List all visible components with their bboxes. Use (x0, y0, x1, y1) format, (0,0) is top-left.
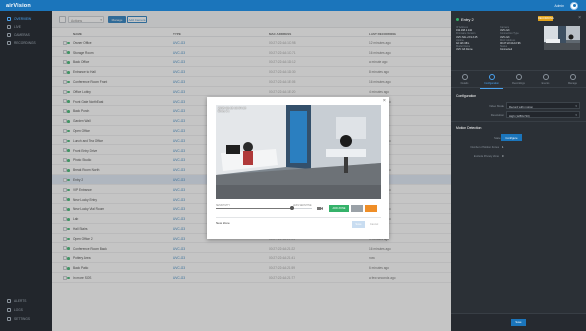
tab-configuration[interactable]: Configuration (478, 74, 505, 89)
sensitivity-slider[interactable] (216, 208, 312, 209)
film-icon (7, 41, 11, 45)
close-icon[interactable]: × (578, 15, 581, 21)
zone-name[interactable]: New Zone (216, 221, 230, 225)
field-label: Video Mode (489, 104, 504, 108)
tab-recordings[interactable]: Recordings (505, 74, 532, 85)
motion-zone-dialog: × 2015-06-15 10:34:18 Entry 2 | SENSITIV… (207, 97, 389, 239)
motion-state-row: State Configure (456, 134, 581, 141)
grid-icon (7, 17, 11, 21)
film-icon (515, 74, 522, 80)
bolt-icon (542, 74, 549, 80)
slider-handle[interactable] (289, 206, 294, 210)
camera-thumbnail-image (544, 26, 580, 50)
sidebar-item-live[interactable]: LIVE (0, 23, 52, 31)
edit-zone-button[interactable] (351, 205, 363, 212)
info-value: Connected (500, 48, 513, 52)
motion-zones-row: Number of Motion Zones 1 (456, 144, 581, 151)
feed-overlay: 2015-06-15 10:34:18 Entry 2 | (218, 106, 246, 114)
video-mode-select[interactable]: Record with motion (506, 102, 580, 109)
user-name[interactable]: Admin (554, 4, 564, 8)
panel-footer: Save (451, 313, 586, 331)
sidebar-item-overview[interactable]: OVERVIEW (0, 15, 52, 23)
sidebar: OVERVIEW LIVE CAMERAS RECORDINGS ALERTS … (0, 11, 52, 331)
panel-tabs: Details Configuration Recordings Events … (451, 70, 586, 89)
camera-icon[interactable] (317, 206, 323, 211)
divider (216, 217, 381, 218)
sidebar-item-label: LIVE (14, 25, 21, 29)
wrench-icon (569, 74, 576, 80)
configuration-title: Configuration (456, 94, 477, 98)
video-mode-field: Video Mode Record with motion (456, 102, 581, 109)
camera-thumbnail[interactable] (544, 26, 580, 50)
field-label: Number of Motion Zones (470, 146, 499, 149)
sidebar-item-alerts[interactable]: ALERTS (0, 297, 52, 305)
camera-feed-image (216, 105, 381, 199)
list-icon (7, 308, 11, 312)
info-column-right: Camera UVC-G3 Connection Type UVC-G3 MAC A… (500, 26, 521, 52)
info-value: UVC G3 Dome (456, 48, 473, 52)
app-logo[interactable]: airVision (6, 3, 31, 9)
camera-feed[interactable]: 2015-06-15 10:34:18 Entry 2 | (216, 105, 381, 199)
tab-label: Details (460, 82, 469, 85)
field-value: 0 (502, 155, 504, 158)
tab-label: Manage (567, 82, 578, 85)
gear-icon (488, 74, 495, 80)
info-column-left: IP Address 192.168.1.142 Firmware Version… (456, 26, 477, 52)
tab-manage[interactable]: Manage (559, 74, 586, 85)
sidebar-item-label: SETTINGS (14, 317, 30, 321)
info-icon (461, 74, 468, 80)
status-badge: RECORDING (538, 16, 554, 21)
sidebar-item-label: OVERVIEW (14, 17, 32, 21)
field-label: State (494, 136, 501, 140)
slider-fill (216, 208, 292, 209)
cancel-button[interactable]: Cancel (367, 221, 381, 228)
bell-icon (7, 299, 11, 303)
resolution-field: Resolution High (1280x720) (456, 111, 581, 118)
sidebar-item-label: CAMERAS (14, 33, 30, 37)
slider-label-right: LESS SENSITIVE (293, 204, 312, 207)
save-button[interactable]: Save (352, 221, 365, 228)
top-bar: airVision Admin (0, 0, 586, 11)
tab-label: Events (541, 82, 550, 85)
field-value: 1 (502, 146, 504, 149)
monitor-icon (7, 25, 11, 29)
slider-label-left: SENSITIVITY (216, 204, 231, 207)
tab-events[interactable]: Events (532, 74, 559, 85)
field-label: Exclude Privacy Zone (473, 155, 499, 158)
motion-detection-title: Motion Detection (456, 126, 482, 130)
privacy-zone-row: Exclude Privacy Zone 0 (456, 153, 581, 160)
sidebar-item-label: RECORDINGS (14, 41, 36, 45)
tab-details[interactable]: Details (451, 74, 478, 85)
field-label: Resolution (490, 113, 504, 117)
configure-motion-button[interactable]: Configure (501, 134, 522, 141)
feed-camera-label: Entry 2 | (218, 109, 230, 113)
tab-label: Recordings (512, 82, 525, 85)
sidebar-item-settings[interactable]: SETTINGS (0, 315, 52, 323)
camera-icon (7, 33, 11, 37)
resolution-select[interactable]: High (1280x720) (506, 111, 580, 118)
close-icon[interactable]: × (383, 98, 386, 104)
delete-zone-button[interactable] (365, 205, 377, 212)
sidebar-item-label: LOGS (14, 308, 23, 312)
sidebar-item-cameras[interactable]: CAMERAS (0, 31, 52, 39)
status-dot (456, 18, 459, 21)
save-button[interactable]: Save (511, 319, 526, 326)
gear-icon (7, 317, 11, 321)
camera-detail-panel: Entry 2 RECORDING × IP Address 192.168.1.… (451, 11, 586, 331)
add-zone-button[interactable]: ADD ZONE (329, 205, 349, 212)
avatar[interactable] (570, 1, 578, 10)
sidebar-item-logs[interactable]: LOGS (0, 306, 52, 314)
divider (451, 121, 586, 122)
tab-label: Configuration (484, 82, 499, 85)
sidebar-item-recordings[interactable]: RECORDINGS (0, 39, 52, 47)
panel-title: Entry 2 (461, 17, 474, 22)
sidebar-item-label: ALERTS (14, 299, 27, 303)
